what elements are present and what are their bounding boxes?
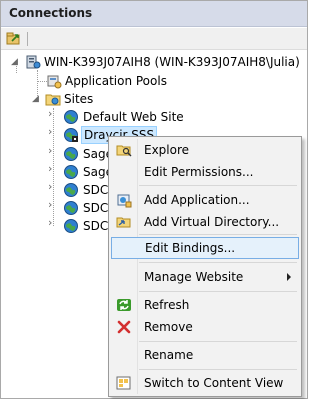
menu-separator — [139, 262, 297, 263]
add-application-icon — [116, 192, 132, 208]
menu-item-explore[interactable]: Explore — [111, 139, 299, 161]
menu-item-refresh[interactable]: Refresh — [111, 294, 299, 316]
content-view-icon — [116, 375, 132, 391]
menu-item-edit-bindings[interactable]: Edit Bindings... — [111, 237, 299, 259]
server-icon — [25, 54, 41, 70]
site-label: SDC — [83, 201, 109, 215]
connect-icon[interactable] — [6, 31, 22, 46]
menu-item-manage-website[interactable]: Manage Website — [111, 266, 299, 288]
toolbar-separator — [27, 32, 28, 46]
folder-icon — [45, 91, 61, 107]
globe-icon — [63, 146, 79, 162]
menu-separator — [139, 369, 297, 370]
menu-item-remove[interactable]: Remove — [111, 316, 299, 338]
collapsed-arrow-icon[interactable]: › — [48, 108, 57, 119]
tree-node-sites[interactable]: ◢ Sites — [1, 90, 307, 108]
menu-item-rename[interactable]: Rename — [111, 344, 299, 366]
site-label: SDC — [83, 219, 109, 233]
collapsed-arrow-icon[interactable]: › — [48, 126, 57, 137]
explore-folder-icon — [116, 142, 132, 158]
add-virtual-directory-icon — [116, 214, 132, 230]
menu-item-label: Edit Bindings... — [145, 241, 236, 255]
menu-item-add-application[interactable]: Add Application... — [111, 189, 299, 211]
collapsed-arrow-icon[interactable]: › — [48, 217, 57, 228]
tree-node-application-pools[interactable]: Application Pools — [1, 72, 307, 90]
menu-separator — [139, 185, 297, 186]
globe-icon — [63, 200, 79, 216]
menu-item-label: Refresh — [144, 298, 190, 312]
refresh-icon — [116, 297, 132, 313]
application-pools-icon — [46, 73, 62, 89]
connections-title: Connections — [1, 1, 307, 27]
site-label: SDC — [83, 183, 109, 197]
server-label: WIN-K393J07AIH8 (WIN-K393J07AIH8\Julia) — [44, 55, 300, 69]
menu-item-label: Add Virtual Directory... — [144, 215, 280, 229]
collapsed-arrow-icon[interactable]: › — [48, 163, 57, 174]
context-menu: Explore Edit Permissions... Add Applicat… — [108, 136, 302, 397]
menu-item-label: Switch to Content View — [144, 376, 284, 390]
collapsed-arrow-icon[interactable]: › — [48, 145, 57, 156]
menu-item-add-virtual-directory[interactable]: Add Virtual Directory... — [111, 211, 299, 233]
collapsed-arrow-icon[interactable]: › — [48, 199, 57, 210]
site-label: Default Web Site — [83, 110, 184, 124]
globe-icon — [63, 164, 79, 180]
globe-icon — [63, 218, 79, 234]
expanded-arrow-icon[interactable]: ◢ — [32, 95, 41, 104]
submenu-arrow-icon — [287, 273, 291, 281]
menu-separator — [139, 341, 297, 342]
menu-item-label: Explore — [144, 143, 190, 157]
menu-item-label: Edit Permissions... — [144, 165, 254, 179]
remove-x-icon — [116, 319, 132, 335]
menu-item-switch-to-content-view[interactable]: Switch to Content View — [111, 372, 299, 394]
application-pools-label: Application Pools — [65, 74, 167, 88]
menu-separator — [139, 291, 297, 292]
connections-pane: Connections ◢ WIN-K393J07AIH8 (WIN-K393J… — [0, 0, 308, 399]
globe-icon — [63, 109, 79, 125]
menu-item-label: Rename — [144, 348, 194, 362]
globe-icon — [63, 127, 79, 143]
menu-item-label: Manage Website — [144, 270, 244, 284]
collapsed-arrow-icon[interactable]: › — [48, 181, 57, 192]
connections-toolbar — [1, 28, 307, 50]
menu-item-edit-permissions[interactable]: Edit Permissions... — [111, 161, 299, 183]
sites-label: Sites — [64, 92, 94, 106]
tree-node-server[interactable]: ◢ WIN-K393J07AIH8 (WIN-K393J07AIH8\Julia… — [1, 53, 307, 71]
menu-item-label: Remove — [144, 320, 193, 334]
menu-item-label: Add Application... — [144, 193, 250, 207]
globe-icon — [63, 182, 79, 198]
tree-node-site[interactable]: › Default Web Site — [1, 108, 307, 126]
expanded-arrow-icon[interactable]: ◢ — [11, 58, 20, 67]
menu-separator — [139, 234, 297, 235]
